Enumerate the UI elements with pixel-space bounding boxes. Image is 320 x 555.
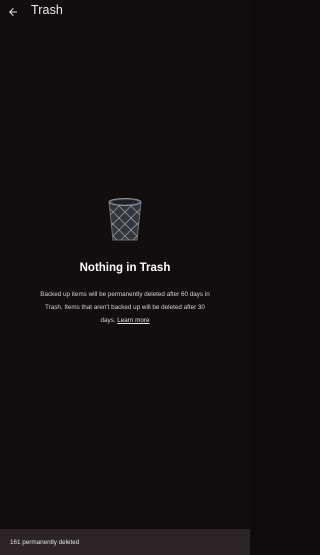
- back-button[interactable]: [2, 1, 24, 23]
- snackbar: 161 permanently deleted: [0, 529, 250, 555]
- learn-more-link[interactable]: Learn more: [117, 317, 149, 324]
- page-title: Trash: [31, 3, 63, 17]
- trash-bin-icon: [108, 198, 142, 241]
- top-app-bar: Trash: [0, 0, 250, 24]
- empty-state-description: Backed up items will be permanently dele…: [40, 288, 210, 327]
- arrow-back-icon: [9, 8, 17, 16]
- empty-state-title: Nothing in Trash: [79, 262, 171, 274]
- snackbar-message: 161 permanently deleted: [10, 538, 80, 546]
- empty-state: Nothing in Trash Backed up items will be…: [0, 196, 250, 327]
- trash-screen: Trash Nothing in Trash Backed up items w…: [0, 0, 250, 555]
